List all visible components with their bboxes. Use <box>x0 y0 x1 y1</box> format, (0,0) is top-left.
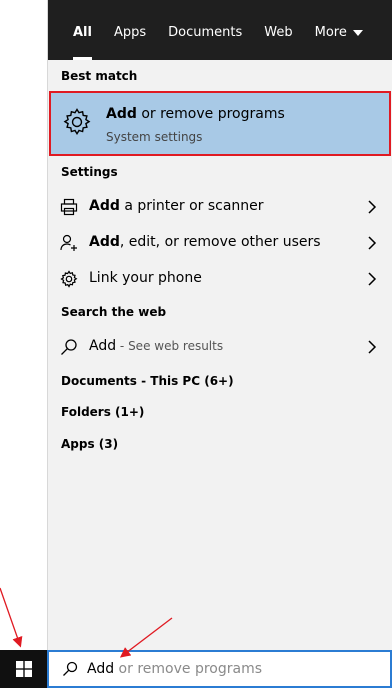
tab-apps[interactable]: Apps <box>103 0 157 60</box>
settings-item-link-phone[interactable]: Link your phone <box>48 261 392 297</box>
settings-item-users[interactable]: Add, edit, or remove other users <box>48 225 392 261</box>
start-button[interactable] <box>0 650 47 688</box>
web-query: Add <box>89 338 117 354</box>
autocomplete-suggestion: or remove programs <box>114 661 262 677</box>
printer-icon <box>60 198 78 216</box>
tab-label: All <box>73 25 92 40</box>
settings-item-label: Link your phone <box>89 270 202 286</box>
tab-label: Web <box>264 25 293 40</box>
chevron-right-icon <box>368 200 377 214</box>
best-match-heading: Best match <box>61 69 138 83</box>
web-hint: - See web results <box>116 339 224 353</box>
chevron-right-icon <box>368 272 377 286</box>
tab-documents[interactable]: Documents <box>157 0 253 60</box>
tab-label: Apps <box>113 25 147 40</box>
label-rest: Link your phone <box>89 270 202 286</box>
best-match-title: Add or remove programs <box>106 106 285 122</box>
label-highlight: Add <box>89 234 120 250</box>
label-rest: a printer or scanner <box>119 198 264 214</box>
tab-more[interactable]: More <box>304 0 374 60</box>
best-match-result[interactable]: Add or remove programs System settings <box>49 91 391 156</box>
settings-item-label: Add, edit, or remove other users <box>89 234 321 250</box>
web-search-result[interactable]: Add - See web results <box>48 329 392 365</box>
add-user-icon <box>60 234 77 251</box>
gear-icon <box>63 108 91 136</box>
tab-label: Documents <box>168 25 243 40</box>
settings-heading: Settings <box>61 165 118 179</box>
label-rest: , edit, or remove other users <box>119 234 321 250</box>
apps-group[interactable]: Apps (3) <box>61 437 118 451</box>
best-match-subtitle: System settings <box>106 130 203 144</box>
tab-all[interactable]: All <box>62 0 103 60</box>
chevron-right-icon <box>368 340 377 354</box>
settings-item-printer[interactable]: Add a printer or scanner <box>48 189 392 225</box>
search-results-panel: All Apps Documents Web More Best match A… <box>47 0 392 650</box>
documents-group[interactable]: Documents - This PC (6+) <box>61 374 234 388</box>
folders-group[interactable]: Folders (1+) <box>61 405 144 419</box>
web-heading: Search the web <box>61 305 167 319</box>
search-tabs: All Apps Documents Web More <box>48 0 392 60</box>
tab-label: More <box>314 25 347 40</box>
tab-web[interactable]: Web <box>253 0 303 60</box>
chevron-right-icon <box>368 236 377 250</box>
gear-icon <box>60 270 78 288</box>
caret-down-icon <box>352 29 363 36</box>
label-highlight: Add <box>89 198 120 214</box>
search-icon <box>63 661 78 676</box>
typed-text: Add <box>87 661 115 677</box>
web-result-label: Add - See web results <box>89 338 223 354</box>
title-highlight: Add <box>106 106 137 122</box>
title-rest: or remove programs <box>136 106 285 122</box>
windows-logo-icon <box>15 661 32 677</box>
desktop-area <box>0 0 47 650</box>
search-input[interactable]: Add or remove programs <box>87 661 262 677</box>
search-icon <box>61 339 77 355</box>
taskbar-search-box[interactable]: Add or remove programs <box>47 650 392 688</box>
settings-item-label: Add a printer or scanner <box>89 198 264 214</box>
